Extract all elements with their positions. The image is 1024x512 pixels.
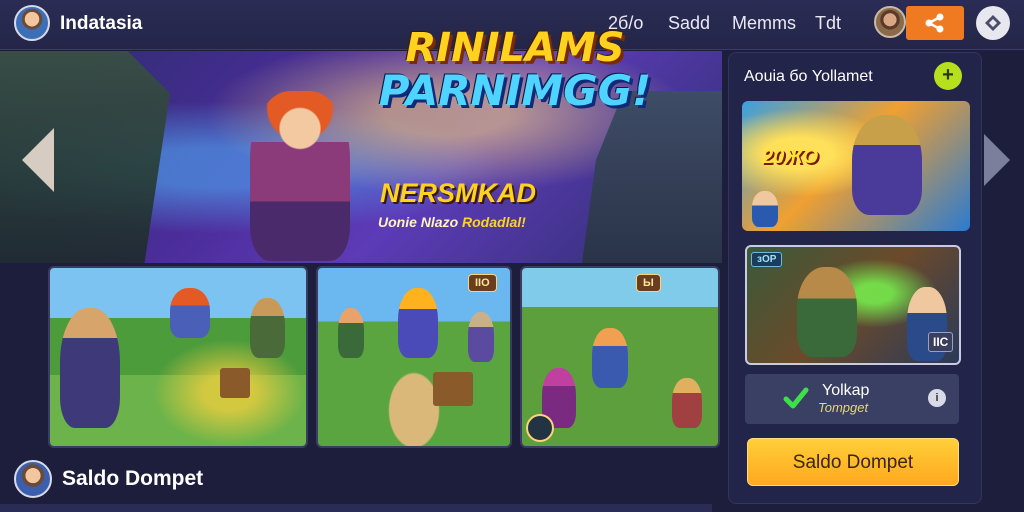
diamond-icon [985,15,1001,31]
card3-badge: Ы [636,274,661,292]
share-icon [925,13,944,33]
card1-flyer [170,288,210,338]
wallet-balance-label: Saldo Dompet [62,467,204,490]
card2-ally [338,308,364,358]
check-icon [783,387,809,409]
card2-enemy [468,312,494,362]
promo-card-1-text: 20ЖО [762,146,819,168]
info-icon[interactable]: i [928,389,946,407]
wallet-avatar[interactable] [14,460,52,498]
promo1-character [852,115,922,215]
hero-character [250,91,350,261]
carousel-next-icon[interactable] [984,134,1010,186]
status-title: Yolkap [822,382,870,399]
card2-hero [398,288,438,358]
game-card-2[interactable]: IIO [316,266,512,448]
nav-link-3[interactable]: Memms [732,13,796,34]
game-card-3[interactable]: Ы [520,266,720,448]
nav-link-2[interactable]: Sadd [668,13,710,34]
card1-crate [220,368,250,398]
brand-name[interactable]: Indatasia [60,13,142,35]
hero-title: RINILAMS PARNIMGG! [365,28,665,112]
card2-badge: IIO [468,274,497,292]
brand-avatar[interactable] [14,5,50,41]
card1-warrior [60,308,120,428]
hero-title-line1: RINILAMS [405,25,625,71]
settings-button[interactable] [976,6,1010,40]
promo-card-2-tag: IIC [928,332,954,352]
status-subtitle: Tompget [818,400,869,415]
card3-play-icon[interactable] [526,414,554,442]
panel-plus-icon[interactable]: + [934,62,962,90]
promo-card-2-badge: зOP [751,252,783,267]
hero-caption-prefix: Uonie Nlazo [378,214,463,230]
hero-caption-highlight: Rodadlal! [462,214,526,230]
hero-subtitle: NERSMKAD [380,178,537,208]
card3-warrior [672,378,702,428]
wallet-balance-button[interactable]: Saldo Dompet [747,438,959,486]
nav-link-4[interactable]: Tdt [815,13,841,34]
panel-title: Aouia бо Yollamet [744,68,873,85]
hero-caption: Uonie Nlazo Rodadlal! [378,214,526,230]
hero-title-line2: PARNIMGG! [378,66,652,115]
promo2-character [797,267,857,357]
promo1-kid [752,191,778,227]
game-card-1[interactable] [48,266,308,448]
share-button[interactable] [906,6,964,40]
card1-goblin [250,298,285,358]
hero-ruin-right [582,91,722,263]
card3-hero [592,328,628,388]
card2-crate [433,372,473,406]
bottom-strip [0,504,712,512]
user-avatar[interactable] [874,6,906,38]
